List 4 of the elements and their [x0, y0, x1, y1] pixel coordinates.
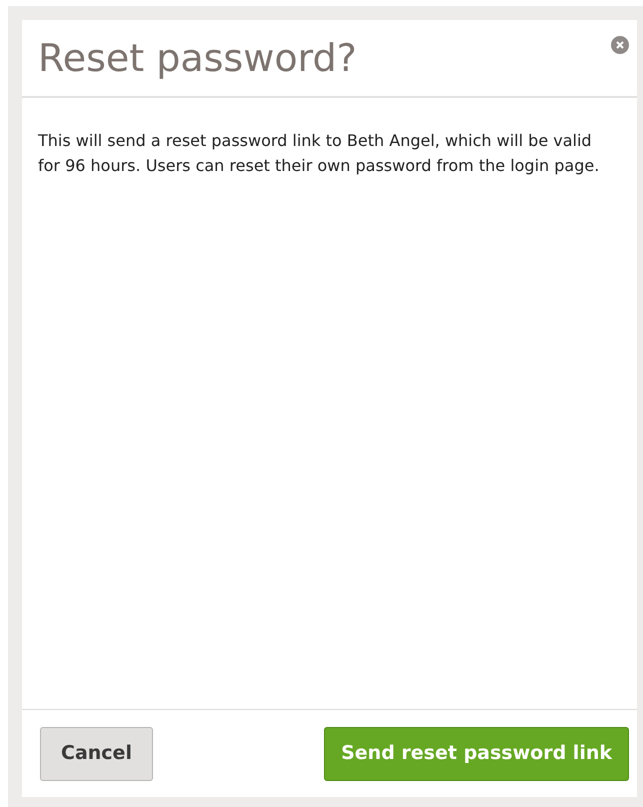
- cancel-button[interactable]: Cancel: [40, 726, 153, 780]
- dialog-message: This will send a reset password link to Beth Angel, which will be valid for 96 hours. Users can reset their own password from the login page.: [37, 130, 600, 177]
- dialog-title: Reset password?: [38, 39, 357, 77]
- close-icon[interactable]: [611, 36, 629, 54]
